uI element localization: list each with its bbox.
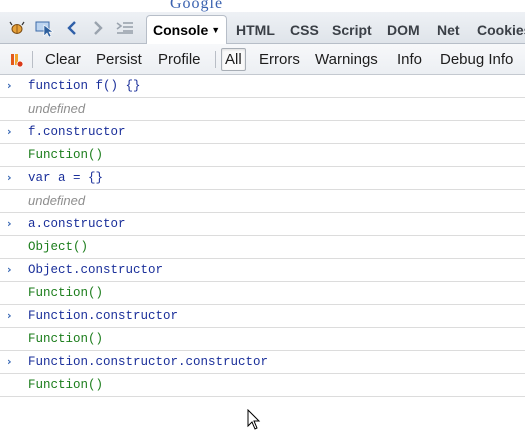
- toolbar-divider: [32, 51, 33, 68]
- console-command-row: › Function.constructor.constructor: [0, 351, 525, 374]
- undefined-result: undefined: [28, 193, 86, 208]
- prompt-icon: ›: [7, 309, 12, 322]
- prompt-icon: ›: [7, 79, 12, 92]
- console-output-row: Object(): [0, 236, 525, 259]
- console-toolbar: Clear Persist Profile All Errors Warning…: [0, 44, 525, 75]
- background-google-logo: Google: [170, 0, 224, 12]
- tab-net[interactable]: Net: [431, 15, 466, 44]
- persist-button[interactable]: Persist: [93, 48, 145, 71]
- console-command-row: › Function.constructor: [0, 305, 525, 328]
- tab-dom[interactable]: DOM: [381, 15, 426, 44]
- back-icon[interactable]: [62, 12, 82, 44]
- command-text: var a = {}: [28, 171, 104, 185]
- tab-console[interactable]: Console ▼: [146, 15, 228, 45]
- console-log: › function f() {} undefined › f.constructor F…: [0, 75, 525, 397]
- filter-errors-button[interactable]: Errors: [256, 48, 303, 71]
- console-output-row: Function(): [0, 374, 525, 397]
- filter-all-button[interactable]: All: [221, 48, 246, 71]
- profile-button[interactable]: Profile: [155, 48, 204, 71]
- console-command-row: › a.constructor: [0, 213, 525, 236]
- console-command-row: › var a = {}: [0, 167, 525, 190]
- prompt-icon: ›: [7, 217, 12, 230]
- console-output-row: Function(): [0, 282, 525, 305]
- tab-script[interactable]: Script: [326, 15, 378, 44]
- toolbar-divider: [215, 51, 216, 68]
- console-output-row: undefined: [0, 98, 525, 121]
- chevron-down-icon[interactable]: ▼: [211, 25, 220, 35]
- undefined-result: undefined: [28, 101, 86, 116]
- console-output-row: undefined: [0, 190, 525, 213]
- firebug-tab-bar: Console ▼ HTML CSS Script DOM Net Cookie…: [0, 12, 525, 45]
- result-link[interactable]: Function(): [28, 378, 103, 392]
- clear-console-icon[interactable]: [6, 44, 28, 75]
- command-text: Object.constructor: [28, 263, 164, 277]
- console-output-row: Function(): [0, 328, 525, 351]
- prompt-icon: ›: [7, 125, 12, 138]
- inspect-icon[interactable]: [33, 12, 57, 44]
- command-text: Function.constructor.constructor: [28, 355, 269, 369]
- prompt-icon: ›: [7, 171, 12, 184]
- command-text: Function.constructor: [28, 309, 179, 323]
- result-link[interactable]: Object(): [28, 240, 88, 254]
- result-link[interactable]: Function(): [28, 332, 103, 346]
- filter-warnings-button[interactable]: Warnings: [312, 48, 381, 71]
- forward-icon[interactable]: [88, 12, 108, 44]
- console-command-row: › function f() {}: [0, 75, 525, 98]
- command-text: a.constructor: [28, 217, 126, 231]
- command-line-icon[interactable]: [113, 12, 137, 44]
- console-output-row: Function(): [0, 144, 525, 167]
- console-command-row: › f.constructor: [0, 121, 525, 144]
- filter-debug-info-button[interactable]: Debug Info: [437, 48, 516, 71]
- filter-info-button[interactable]: Info: [394, 48, 425, 71]
- mouse-cursor-icon: [247, 408, 261, 436]
- command-text: f.constructor: [28, 125, 126, 139]
- prompt-icon: ›: [7, 355, 12, 368]
- prompt-icon: ›: [7, 263, 12, 276]
- tab-css[interactable]: CSS: [284, 15, 325, 44]
- command-text: function f() {}: [28, 79, 141, 93]
- tab-cookies[interactable]: Cookies: [471, 15, 525, 44]
- tab-html[interactable]: HTML: [230, 15, 281, 44]
- tab-console-label: Console: [153, 22, 209, 38]
- clear-button[interactable]: Clear: [42, 48, 84, 71]
- console-command-row: › Object.constructor: [0, 259, 525, 282]
- result-link[interactable]: Function(): [28, 286, 103, 300]
- result-link[interactable]: Function(): [28, 148, 103, 162]
- firebug-icon[interactable]: [6, 12, 28, 44]
